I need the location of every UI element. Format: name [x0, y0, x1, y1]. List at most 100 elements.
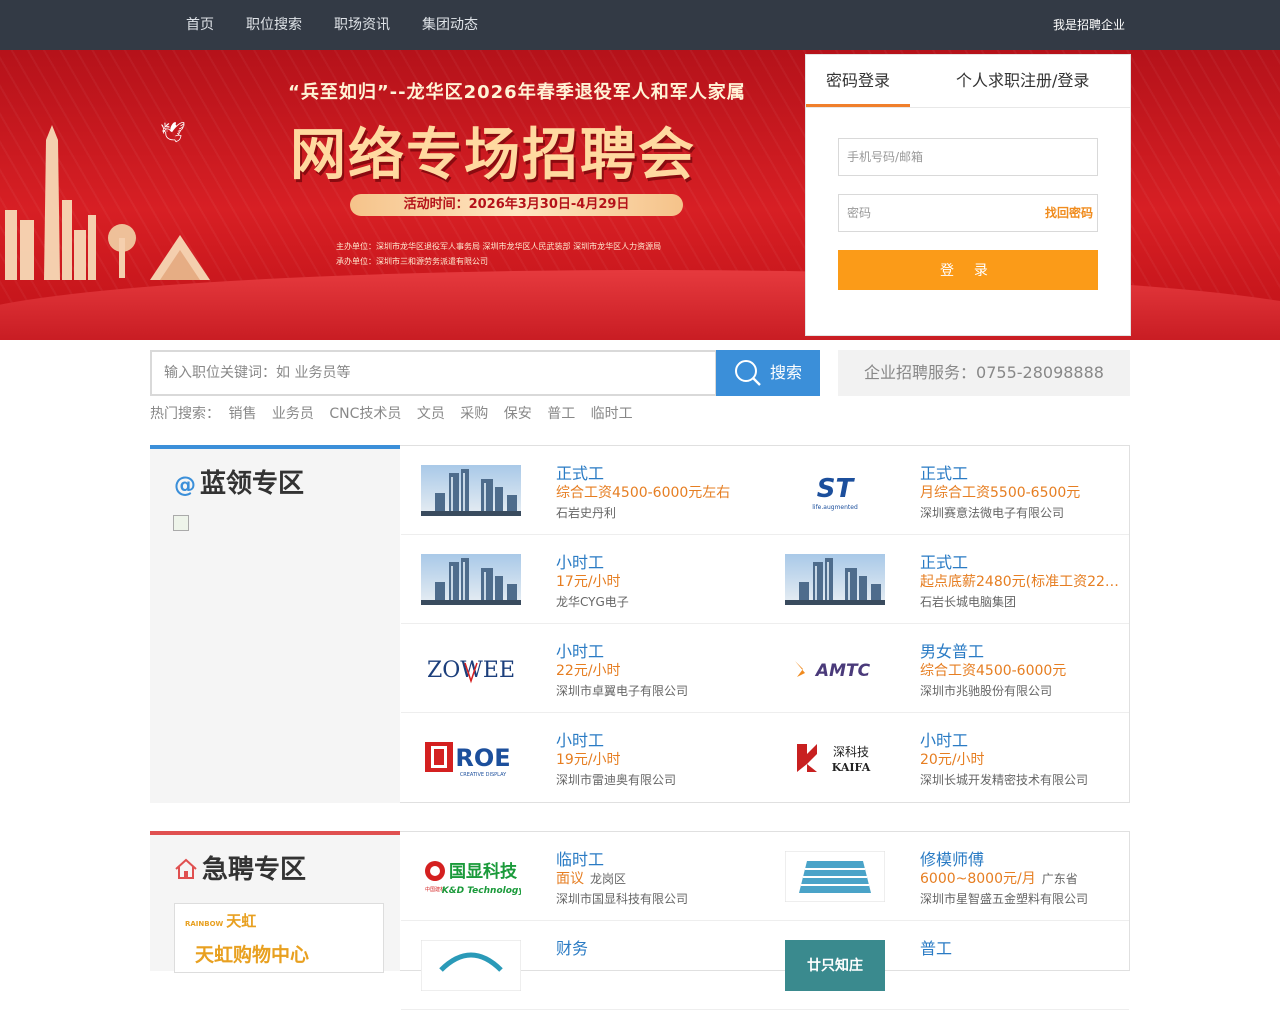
account-field [838, 138, 1098, 176]
company-logo[interactable]: 中国建材 国显科技 K&D Technology [421, 851, 525, 902]
company-logo[interactable] [785, 554, 885, 605]
hot-keyword[interactable]: 临时工 [591, 406, 633, 422]
hot-keyword[interactable]: 保安 [504, 406, 532, 422]
company-logo[interactable] [421, 465, 521, 516]
employer-service-hotline: 企业招聘服务：0755-28098888 [838, 350, 1130, 396]
salary-text: 17元/小时 [556, 574, 621, 590]
banner-organizer: 承办单位：深圳市三和源劳务派遣有限公司 [336, 257, 488, 266]
svg-text:深科技: 深科技 [833, 745, 869, 759]
job-card[interactable]: 财务 [401, 921, 765, 1010]
search-button[interactable]: 搜索 [716, 350, 820, 396]
nav-home[interactable]: 首页 [186, 0, 214, 50]
zone-title: 急聘专区 [174, 849, 306, 886]
rainbow-logo: RAINBOW 天虹 [185, 912, 257, 930]
company-logo[interactable]: 深科技 KAIFA [785, 732, 885, 783]
company-name[interactable]: 石岩长城电脑集团 [920, 593, 1016, 610]
company-name[interactable]: 龙华CYG电子 [556, 593, 629, 610]
account-input[interactable] [839, 139, 1097, 175]
tab-password-login[interactable]: 密码登录 [806, 55, 910, 107]
company-name[interactable]: 深圳市国显科技有限公司 [556, 890, 688, 907]
job-card[interactable]: ROE CREATIVE DISPLAY 小时工 19元/小时 深圳市雷迪奥有限公司 [401, 713, 765, 802]
banner-date: 活动时间：2026年3月30日-4月29日 [350, 194, 683, 216]
company-logo[interactable]: ST life.augmented [785, 465, 885, 516]
job-salary: 19元/小时 [556, 749, 756, 769]
company-logo[interactable] [421, 554, 521, 605]
hot-keyword[interactable]: 采购 [460, 406, 488, 422]
job-card[interactable]: 正式工起点底薪2480元(标准工资2200元+全勤奖石岩长城电脑集团 [765, 535, 1129, 624]
nav-group-news[interactable]: 集团动态 [422, 0, 478, 50]
tab-register[interactable]: 个人求职注册/登录 [956, 55, 1089, 107]
company-name[interactable]: 深圳市星智盛五金塑料有限公司 [920, 890, 1088, 907]
job-title[interactable]: 小时工 [556, 549, 604, 573]
hot-keyword[interactable]: 文员 [417, 406, 445, 422]
hot-keyword[interactable]: 普工 [547, 406, 575, 422]
hot-search-label: 热门搜索： [150, 406, 220, 422]
company-name[interactable]: 深圳长城开发精密技术有限公司 [920, 771, 1088, 788]
job-card[interactable]: 中国建材 国显科技 K&D Technology 临时工 面议 龙岗区 深圳市国显科技有限公… [401, 832, 765, 921]
company-logo[interactable] [420, 939, 522, 992]
company-logo[interactable]: ZOWEE [421, 643, 521, 694]
job-title[interactable]: 小时工 [920, 727, 968, 751]
hot-keyword[interactable]: 销售 [228, 406, 256, 422]
company-name[interactable]: 深圳赛意法微电子有限公司 [920, 504, 1064, 521]
company-logo[interactable]: AMTC [785, 643, 885, 694]
job-title[interactable]: 临时工 [556, 846, 604, 870]
job-salary: 17元/小时 [556, 571, 756, 591]
search-button-label: 搜索 [770, 363, 803, 382]
job-card[interactable]: AMTC 男女普工 综合工资4500-6000元 深圳市兆驰股份有限公司 [765, 624, 1129, 713]
urgent-zone: 急聘专区 RAINBOW 天虹 天虹购物中心 中国建材 国显科技 K&D Techno… [150, 831, 1130, 1010]
login-panel: 密码登录 个人求职注册/登录 找回密码 登 录 [805, 54, 1131, 336]
job-card[interactable]: 正式工 综合工资4500-6000元左右 石岩史丹利 [401, 446, 765, 535]
job-salary [556, 957, 756, 973]
company-logo[interactable]: ROE CREATIVE DISPLAY [421, 732, 521, 783]
job-title[interactable]: 正式工 [556, 460, 604, 484]
job-salary: 20元/小时 [920, 749, 1120, 769]
job-title[interactable]: 财务 [556, 935, 588, 959]
salary-text: 20元/小时 [920, 752, 985, 768]
forgot-password-link[interactable]: 找回密码 [1045, 195, 1093, 231]
job-title[interactable]: 正式工 [920, 460, 968, 484]
hot-keyword[interactable]: CNC技术员 [329, 406, 401, 422]
job-card[interactable]: ZOWEE 小时工 22元/小时深圳市卓翼电子有限公司 [401, 624, 765, 713]
skyline-illustration [5, 125, 210, 280]
company-name[interactable]: 深圳市卓翼电子有限公司 [556, 682, 688, 699]
svg-text:AMTC: AMTC [814, 661, 871, 681]
job-card[interactable]: 修模师傅 6000~8000元/月 广东省 深圳市星智盛五金塑料有限公司 [765, 832, 1129, 921]
company-logo[interactable]: 廿只知庄 [785, 940, 885, 991]
job-card[interactable]: 深科技 KAIFA 小时工 20元/小时深圳长城开发精密技术有限公司 [765, 713, 1129, 802]
job-card[interactable]: ST life.augmented 正式工 月综合工资5500-6500元 深圳赛意法微… [765, 446, 1129, 535]
search-field [150, 350, 717, 396]
search-input[interactable] [152, 352, 715, 394]
employer-link[interactable]: 我是招聘企业 [1053, 0, 1125, 50]
rainbow-ad[interactable]: RAINBOW 天虹 天虹购物中心 [174, 903, 384, 973]
job-salary: 6000~8000元/月 广东省 [920, 868, 1120, 888]
banner-tagline: “兵至如归”--龙华区2026年春季退役军人和军人家属 [288, 82, 746, 103]
job-title[interactable]: 普工 [920, 935, 952, 959]
company-name[interactable]: 深圳市雷迪奥有限公司 [556, 771, 676, 788]
company-name[interactable]: 深圳市兆驰股份有限公司 [920, 682, 1052, 699]
zone-title: @ 蓝领专区 [174, 463, 304, 500]
search-bar: 搜索 [150, 350, 820, 396]
hot-search: 热门搜索： 销售 业务员 CNC技术员 文员 采购 保安 普工 临时工 [150, 403, 644, 423]
company-name[interactable]: 石岩史丹利 [556, 504, 616, 521]
nav-career-news[interactable]: 职场资讯 [334, 0, 390, 50]
job-title[interactable]: 男女普工 [920, 638, 984, 662]
job-salary [920, 957, 1120, 973]
job-salary: 综合工资4500-6000元左右 [556, 482, 756, 502]
at-icon: @ [174, 473, 196, 498]
login-button[interactable]: 登 录 [838, 250, 1098, 290]
salary-text: 22元/小时 [556, 663, 621, 679]
job-salary: 22元/小时 [556, 660, 756, 680]
job-card[interactable]: 廿只知庄 普工 [765, 921, 1129, 1010]
job-title[interactable]: 正式工 [920, 549, 968, 573]
blue-collar-zone: @ 蓝领专区 正式工 综合工资4500-6000元左右 石岩史丹利 ST life.aug… [150, 445, 1130, 803]
salary-text: 6000~8000元/月 [920, 871, 1036, 887]
company-logo[interactable] [784, 850, 886, 903]
job-card[interactable]: 小时工 17元/小时 龙华CYG电子 [401, 535, 765, 624]
zone-sidebar: @ 蓝领专区 [150, 445, 400, 803]
job-title[interactable]: 小时工 [556, 727, 604, 751]
job-title[interactable]: 修模师傅 [920, 846, 984, 870]
nav-job-search[interactable]: 职位搜索 [246, 0, 302, 50]
job-title[interactable]: 小时工 [556, 638, 604, 662]
hot-keyword[interactable]: 业务员 [272, 406, 314, 422]
